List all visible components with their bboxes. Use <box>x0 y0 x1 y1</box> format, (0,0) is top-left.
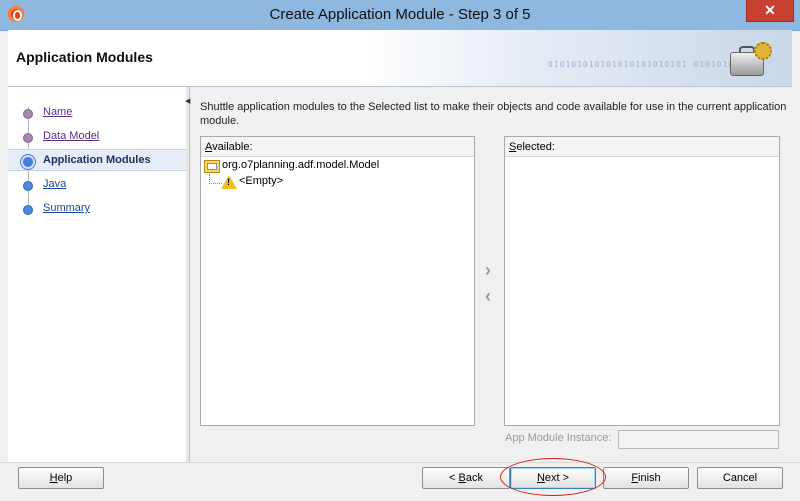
nav-item-java[interactable]: Java <box>8 174 186 194</box>
folder-icon <box>204 160 220 173</box>
title-bar: Create Application Module - Step 3 of 5 … <box>0 0 800 31</box>
step-pending-icon <box>23 205 33 215</box>
tree-item-label: <Empty> <box>239 175 284 187</box>
warning-icon: ! <box>221 175 237 189</box>
move-right-button[interactable]: › <box>480 261 496 279</box>
help-button[interactable]: Help <box>18 467 104 489</box>
wizard-header: Application Modules 01010101010101010101… <box>8 30 792 87</box>
app-module-instance-input[interactable] <box>618 430 779 449</box>
step-done-icon <box>23 109 33 119</box>
close-button[interactable]: ✕ <box>746 0 794 22</box>
nav-item-label: Application Modules <box>43 154 151 166</box>
selected-header: Selected: <box>505 137 779 157</box>
nav-item-application-modules[interactable]: Application Modules <box>8 149 186 171</box>
cancel-button[interactable]: Cancel <box>697 467 783 489</box>
nav-item-summary[interactable]: Summary <box>8 198 186 218</box>
step-done-icon <box>23 133 33 143</box>
tree-item-empty[interactable]: ! <Empty> <box>221 174 421 190</box>
binary-decoration: 010101010101010101010101 0101010101 <box>548 60 752 69</box>
window-title: Create Application Module - Step 3 of 5 <box>269 6 531 23</box>
available-header: Available: <box>201 137 474 157</box>
nav-item-data-model[interactable]: Data Model <box>8 126 186 146</box>
nav-item-name[interactable]: Name <box>8 102 186 122</box>
nav-item-label: Summary <box>43 202 91 214</box>
tree-item-model[interactable]: org.o7planning.adf.model.Model <box>204 158 464 174</box>
wizard-steps-nav: Name Data Model Application Modules Java… <box>8 87 187 462</box>
nav-item-label: Data Model <box>43 130 100 142</box>
app-module-instance-label: App Module Instance: <box>505 432 612 444</box>
step-current-icon <box>21 155 35 169</box>
nav-item-label: Java <box>43 178 67 190</box>
move-left-button[interactable]: ‹ <box>480 287 496 305</box>
selected-list[interactable]: Selected: <box>504 136 780 426</box>
highlight-ring <box>500 458 606 496</box>
briefcase-gear-icon <box>724 42 772 82</box>
panel-splitter[interactable] <box>186 87 190 462</box>
page-title: Application Modules <box>16 49 153 65</box>
instructions-text: Shuttle application modules to the Selec… <box>200 101 787 127</box>
collapse-arrow-icon[interactable]: ◀ <box>185 97 190 105</box>
nav-item-label: Name <box>43 106 73 118</box>
step-pending-icon <box>23 181 33 191</box>
available-list[interactable]: Available: org.o7planning.adf.model.Mode… <box>200 136 475 426</box>
finish-button[interactable]: Finish <box>603 467 689 489</box>
tree-item-label: org.o7planning.adf.model.Model <box>222 159 380 171</box>
back-button[interactable]: < Back <box>422 467 510 489</box>
